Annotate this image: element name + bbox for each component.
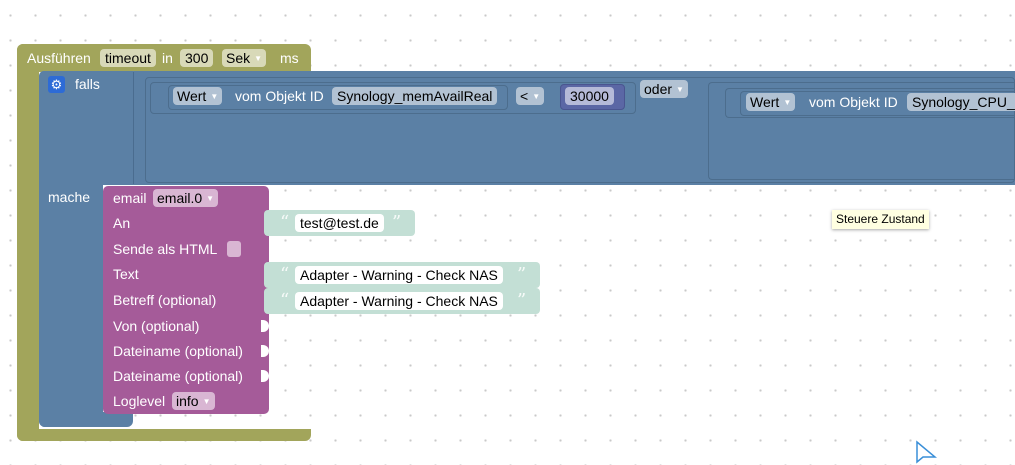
chevron-down-icon: ▼ bbox=[254, 54, 263, 64]
text-body-field[interactable]: Adapter - Warning - Check NAS bbox=[295, 266, 503, 284]
email-file1-label: Dateiname (optional) bbox=[113, 343, 243, 359]
if-block-bottom bbox=[39, 412, 133, 427]
condition1-of-object-label: vom Objekt ID bbox=[235, 88, 324, 104]
condition1-attr-dropdown[interactable]: Wert ▼ bbox=[173, 87, 223, 105]
email-to-label: An bbox=[113, 215, 131, 231]
email-loglevel-value: info bbox=[176, 393, 199, 409]
chevron-down-icon: ▼ bbox=[202, 397, 211, 407]
condition2-of-object-label: vom Objekt ID bbox=[809, 94, 898, 110]
email-instance-value: email.0 bbox=[157, 190, 203, 206]
do-label: mache bbox=[48, 189, 91, 205]
subject-text-field[interactable]: Adapter - Warning - Check NAS bbox=[295, 292, 503, 310]
email-loglevel-label: Loglevel bbox=[113, 393, 166, 409]
chevron-down-icon: ▼ bbox=[206, 194, 215, 204]
quote-open-icon: “ bbox=[280, 264, 290, 285]
cursor-icon bbox=[916, 440, 937, 464]
timeout-run-label: Ausführen bbox=[27, 50, 91, 66]
if-block-rail bbox=[39, 71, 103, 427]
condition2-object-id-field[interactable]: Synology_CPU_ bbox=[907, 93, 1015, 111]
condition1-object-id-field[interactable]: Synology_memAvailReal bbox=[332, 87, 498, 105]
tooltip: Steuere Zustand bbox=[832, 210, 929, 229]
timeout-unit-value: Sek bbox=[226, 50, 251, 66]
quote-open-icon: “ bbox=[280, 290, 290, 311]
email-instance-dropdown[interactable]: email.0 ▼ bbox=[153, 189, 219, 207]
quote-open-icon: “ bbox=[280, 212, 290, 233]
quote-close-icon: ” bbox=[517, 290, 527, 311]
condition1-operator-dropdown[interactable]: < ▼ bbox=[516, 87, 545, 105]
email-text-label: Text bbox=[113, 266, 139, 282]
if-label: falls bbox=[75, 76, 100, 92]
condition1-value-field[interactable]: 30000 bbox=[565, 87, 614, 105]
condition2-attr-value: Wert bbox=[750, 94, 780, 110]
timeout-delay-field[interactable]: 300 bbox=[180, 49, 214, 67]
timeout-unit-dropdown[interactable]: Sek ▼ bbox=[222, 49, 267, 67]
condition1-operator-value: < bbox=[520, 88, 529, 104]
email-file2-label: Dateiname (optional) bbox=[113, 368, 243, 384]
email-subject-label: Betreff (optional) bbox=[113, 292, 217, 308]
email-html-checkbox[interactable] bbox=[227, 241, 241, 257]
chevron-down-icon: ▼ bbox=[532, 92, 541, 102]
gear-icon[interactable]: ⚙ bbox=[48, 76, 65, 93]
logic-op-dropdown[interactable]: oder ▼ bbox=[640, 80, 688, 98]
condition1-attr-value: Wert bbox=[177, 88, 207, 104]
timeout-in-label: in bbox=[162, 50, 173, 66]
email-from-label: Von (optional) bbox=[113, 318, 200, 334]
chevron-down-icon: ▼ bbox=[783, 98, 792, 108]
timeout-ms-label: ms bbox=[280, 50, 299, 66]
logic-op-value: oder bbox=[644, 81, 673, 97]
chevron-down-icon: ▼ bbox=[210, 92, 219, 102]
email-html-label: Sende als HTML bbox=[113, 241, 218, 257]
quote-close-icon: ” bbox=[517, 264, 527, 285]
chevron-down-icon: ▼ bbox=[676, 85, 684, 95]
timeout-name-field[interactable]: timeout bbox=[100, 49, 156, 67]
email-label: email bbox=[113, 190, 147, 206]
condition2-attr-dropdown[interactable]: Wert ▼ bbox=[746, 93, 796, 111]
quote-close-icon: ” bbox=[392, 212, 402, 233]
email-loglevel-dropdown[interactable]: info ▼ bbox=[172, 392, 215, 410]
to-text-field[interactable]: test@test.de bbox=[295, 214, 384, 232]
